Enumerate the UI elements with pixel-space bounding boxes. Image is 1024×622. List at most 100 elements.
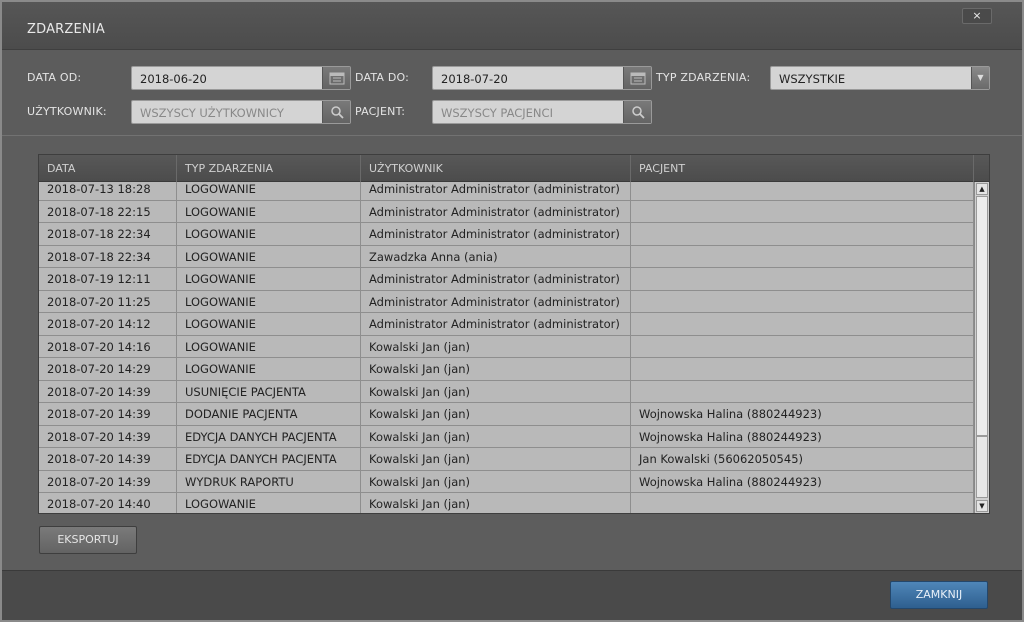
cell-date: 2018-07-18 22:34 xyxy=(39,223,177,245)
export-button[interactable]: EKSPORTUJ xyxy=(39,526,137,554)
date-from-label: DATA OD: xyxy=(27,71,82,84)
cell-user: Kowalski Jan (jan) xyxy=(361,425,631,448)
cell-date: 2018-07-20 14:16 xyxy=(39,335,177,358)
table-header: DATA TYP ZDARZENIA UŻYTKOWNIK PACJENT xyxy=(39,155,989,182)
search-icon[interactable] xyxy=(322,101,350,123)
event-type-value: WSZYSTKIE xyxy=(779,72,846,86)
close-icon[interactable]: × xyxy=(962,8,992,24)
calendar-icon[interactable] xyxy=(322,67,350,89)
table-row[interactable]: 2018-07-13 18:28 LOGOWANIE Administrator A… xyxy=(39,182,974,201)
scroll-up-icon[interactable]: ▲ xyxy=(976,183,988,195)
cell-patient xyxy=(631,493,974,513)
cell-date: 2018-07-18 22:34 xyxy=(39,245,177,268)
table-row[interactable]: 2018-07-20 14:39 EDYCJA DANYCH PACJENTA Ko… xyxy=(39,448,974,471)
calendar-icon[interactable] xyxy=(623,67,651,89)
close-button[interactable]: ZAMKNIJ xyxy=(890,581,988,609)
date-from-value: 2018-06-20 xyxy=(140,72,207,86)
cell-patient xyxy=(631,313,974,335)
event-type-select[interactable]: WSZYSTKIE ▼ xyxy=(770,66,990,90)
patient-search-input[interactable]: WSZYSCY PACJENCI xyxy=(432,100,652,124)
table-row[interactable]: 2018-07-19 12:11 LOGOWANIE Administrator A… xyxy=(39,268,974,291)
dialog-footer: ZAMKNIJ xyxy=(2,570,1022,620)
cell-event-type: LOGOWANIE xyxy=(177,182,361,200)
events-dialog: ZDARZENIA × DATA OD: 2018-06-20 DATA DO:… xyxy=(0,0,1024,622)
user-search-input[interactable]: WSZYSCY UŻYTKOWNICY xyxy=(131,100,351,124)
cell-event-type: LOGOWANIE xyxy=(177,335,361,358)
table-row[interactable]: 2018-07-20 14:39 DODANIE PACJENTA Kowalski… xyxy=(39,403,974,426)
cell-date: 2018-07-20 11:25 xyxy=(39,290,177,313)
cell-patient xyxy=(631,182,974,200)
patient-placeholder: WSZYSCY PACJENCI xyxy=(441,106,553,120)
table-body: 2018-07-13 18:28 LOGOWANIE Administrator A… xyxy=(39,182,974,513)
cell-event-type: EDYCJA DANYCH PACJENTA xyxy=(177,448,361,470)
chevron-down-icon[interactable]: ▼ xyxy=(971,67,989,89)
cell-user: Zawadzka Anna (ania) xyxy=(361,245,631,268)
cell-patient xyxy=(631,245,974,268)
cell-user: Kowalski Jan (jan) xyxy=(361,403,631,425)
cell-patient: Wojnowska Halina (880244923) xyxy=(631,425,974,448)
vertical-scrollbar[interactable]: ▲ ▼ xyxy=(974,182,989,513)
scrollbar-thumb[interactable] xyxy=(976,436,988,498)
dialog-titlebar: ZDARZENIA × xyxy=(2,2,1022,50)
cell-patient xyxy=(631,268,974,290)
date-from-field[interactable]: 2018-06-20 xyxy=(131,66,351,90)
cell-event-type: LOGOWANIE xyxy=(177,245,361,268)
cell-patient: Wojnowska Halina (880244923) xyxy=(631,470,974,493)
cell-user: Administrator Administrator (administrat… xyxy=(361,268,631,290)
date-to-value: 2018-07-20 xyxy=(441,72,508,86)
filters-panel: DATA OD: 2018-06-20 DATA DO: 2018-07-20 … xyxy=(2,50,1022,136)
cell-event-type: LOGOWANIE xyxy=(177,313,361,335)
cell-event-type: LOGOWANIE xyxy=(177,223,361,245)
table-row[interactable]: 2018-07-20 14:12 LOGOWANIE Administrator A… xyxy=(39,313,974,336)
events-table: DATA TYP ZDARZENIA UŻYTKOWNIK PACJENT 20… xyxy=(38,154,990,514)
cell-patient xyxy=(631,335,974,358)
date-to-label: DATA DO: xyxy=(355,71,410,84)
column-header-user[interactable]: UŻYTKOWNIK xyxy=(361,155,631,182)
search-icon[interactable] xyxy=(623,101,651,123)
scroll-down-icon[interactable]: ▼ xyxy=(976,500,988,512)
cell-patient xyxy=(631,358,974,380)
column-header-event-type[interactable]: TYP ZDARZENIA xyxy=(177,155,361,182)
event-type-label: TYP ZDARZENIA: xyxy=(656,71,751,84)
date-to-field[interactable]: 2018-07-20 xyxy=(432,66,652,90)
table-row[interactable]: 2018-07-20 14:39 WYDRUK RAPORTU Kowalski J… xyxy=(39,470,974,493)
table-row[interactable]: 2018-07-20 14:16 LOGOWANIE Kowalski Jan (j… xyxy=(39,335,974,358)
column-header-patient[interactable]: PACJENT xyxy=(631,155,974,182)
cell-patient: Wojnowska Halina (880244923) xyxy=(631,403,974,425)
cell-user: Kowalski Jan (jan) xyxy=(361,358,631,380)
cell-event-type: WYDRUK RAPORTU xyxy=(177,470,361,493)
table-row[interactable]: 2018-07-20 14:39 USUNIĘCIE PACJENTA Kowals… xyxy=(39,380,974,403)
table-row[interactable]: 2018-07-20 14:29 LOGOWANIE Kowalski Jan (j… xyxy=(39,358,974,381)
table-row[interactable]: 2018-07-18 22:15 LOGOWANIE Administrator A… xyxy=(39,200,974,223)
cell-patient: Jan Kowalski (56062050545) xyxy=(631,448,974,470)
cell-user: Administrator Administrator (administrat… xyxy=(361,290,631,313)
cell-patient xyxy=(631,380,974,403)
table-row[interactable]: 2018-07-18 22:34 LOGOWANIE Administrator A… xyxy=(39,223,974,246)
cell-user: Kowalski Jan (jan) xyxy=(361,493,631,513)
cell-date: 2018-07-20 14:39 xyxy=(39,380,177,403)
scrollbar-track xyxy=(976,196,988,436)
cell-date: 2018-07-20 14:39 xyxy=(39,470,177,493)
cell-event-type: LOGOWANIE xyxy=(177,268,361,290)
cell-patient xyxy=(631,290,974,313)
table-row[interactable]: 2018-07-20 14:40 LOGOWANIE Kowalski Jan (j… xyxy=(39,493,974,513)
cell-date: 2018-07-13 18:28 xyxy=(39,182,177,200)
cell-patient xyxy=(631,200,974,223)
cell-date: 2018-07-20 14:39 xyxy=(39,425,177,448)
cell-date: 2018-07-19 12:11 xyxy=(39,268,177,290)
dialog-title: ZDARZENIA xyxy=(27,22,105,37)
table-row[interactable]: 2018-07-18 22:34 LOGOWANIE Zawadzka Anna (… xyxy=(39,245,974,268)
patient-label: PACJENT: xyxy=(355,105,406,118)
table-row[interactable]: 2018-07-20 11:25 LOGOWANIE Administrator A… xyxy=(39,290,974,313)
cell-event-type: LOGOWANIE xyxy=(177,493,361,513)
cell-date: 2018-07-20 14:12 xyxy=(39,313,177,335)
column-header-date[interactable]: DATA xyxy=(39,155,177,182)
cell-date: 2018-07-20 14:39 xyxy=(39,403,177,425)
table-row[interactable]: 2018-07-20 14:39 EDYCJA DANYCH PACJENTA Ko… xyxy=(39,425,974,448)
cell-date: 2018-07-20 14:40 xyxy=(39,493,177,513)
cell-user: Kowalski Jan (jan) xyxy=(361,470,631,493)
cell-user: Kowalski Jan (jan) xyxy=(361,335,631,358)
cell-user: Administrator Administrator (administrat… xyxy=(361,182,631,200)
cell-event-type: LOGOWANIE xyxy=(177,290,361,313)
cell-user: Kowalski Jan (jan) xyxy=(361,380,631,403)
